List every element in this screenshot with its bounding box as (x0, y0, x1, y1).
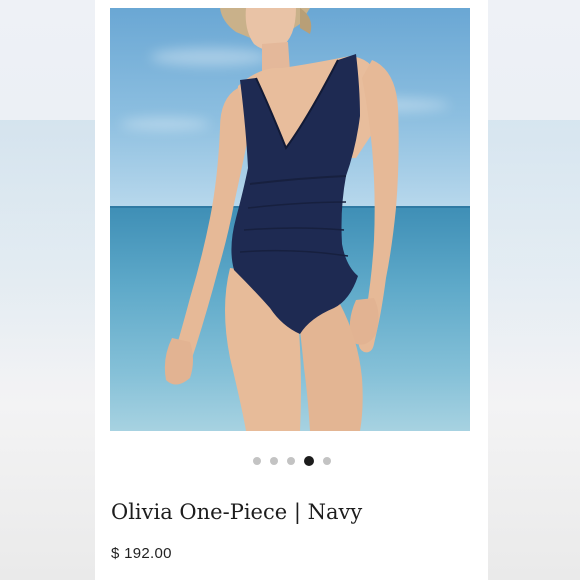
carousel-dot-1[interactable] (252, 457, 261, 465)
screenshot-frame: Olivia One-Piece | Navy $ 192.00 (0, 0, 580, 580)
carousel-dot-2[interactable] (269, 457, 278, 465)
blurred-background-right (488, 0, 580, 580)
product-card: Olivia One-Piece | Navy $ 192.00 (95, 0, 488, 580)
carousel-dot-3[interactable] (286, 457, 295, 465)
model-figure (164, 8, 399, 431)
blurred-background-left (0, 0, 95, 580)
carousel-dot-4-active[interactable] (303, 456, 314, 466)
carousel-dot-5[interactable] (322, 457, 331, 465)
product-photo[interactable] (110, 8, 470, 431)
product-title: Olivia One-Piece | Navy (111, 500, 363, 524)
product-price: $ 192.00 (111, 545, 172, 562)
carousel-pagination (95, 456, 488, 466)
